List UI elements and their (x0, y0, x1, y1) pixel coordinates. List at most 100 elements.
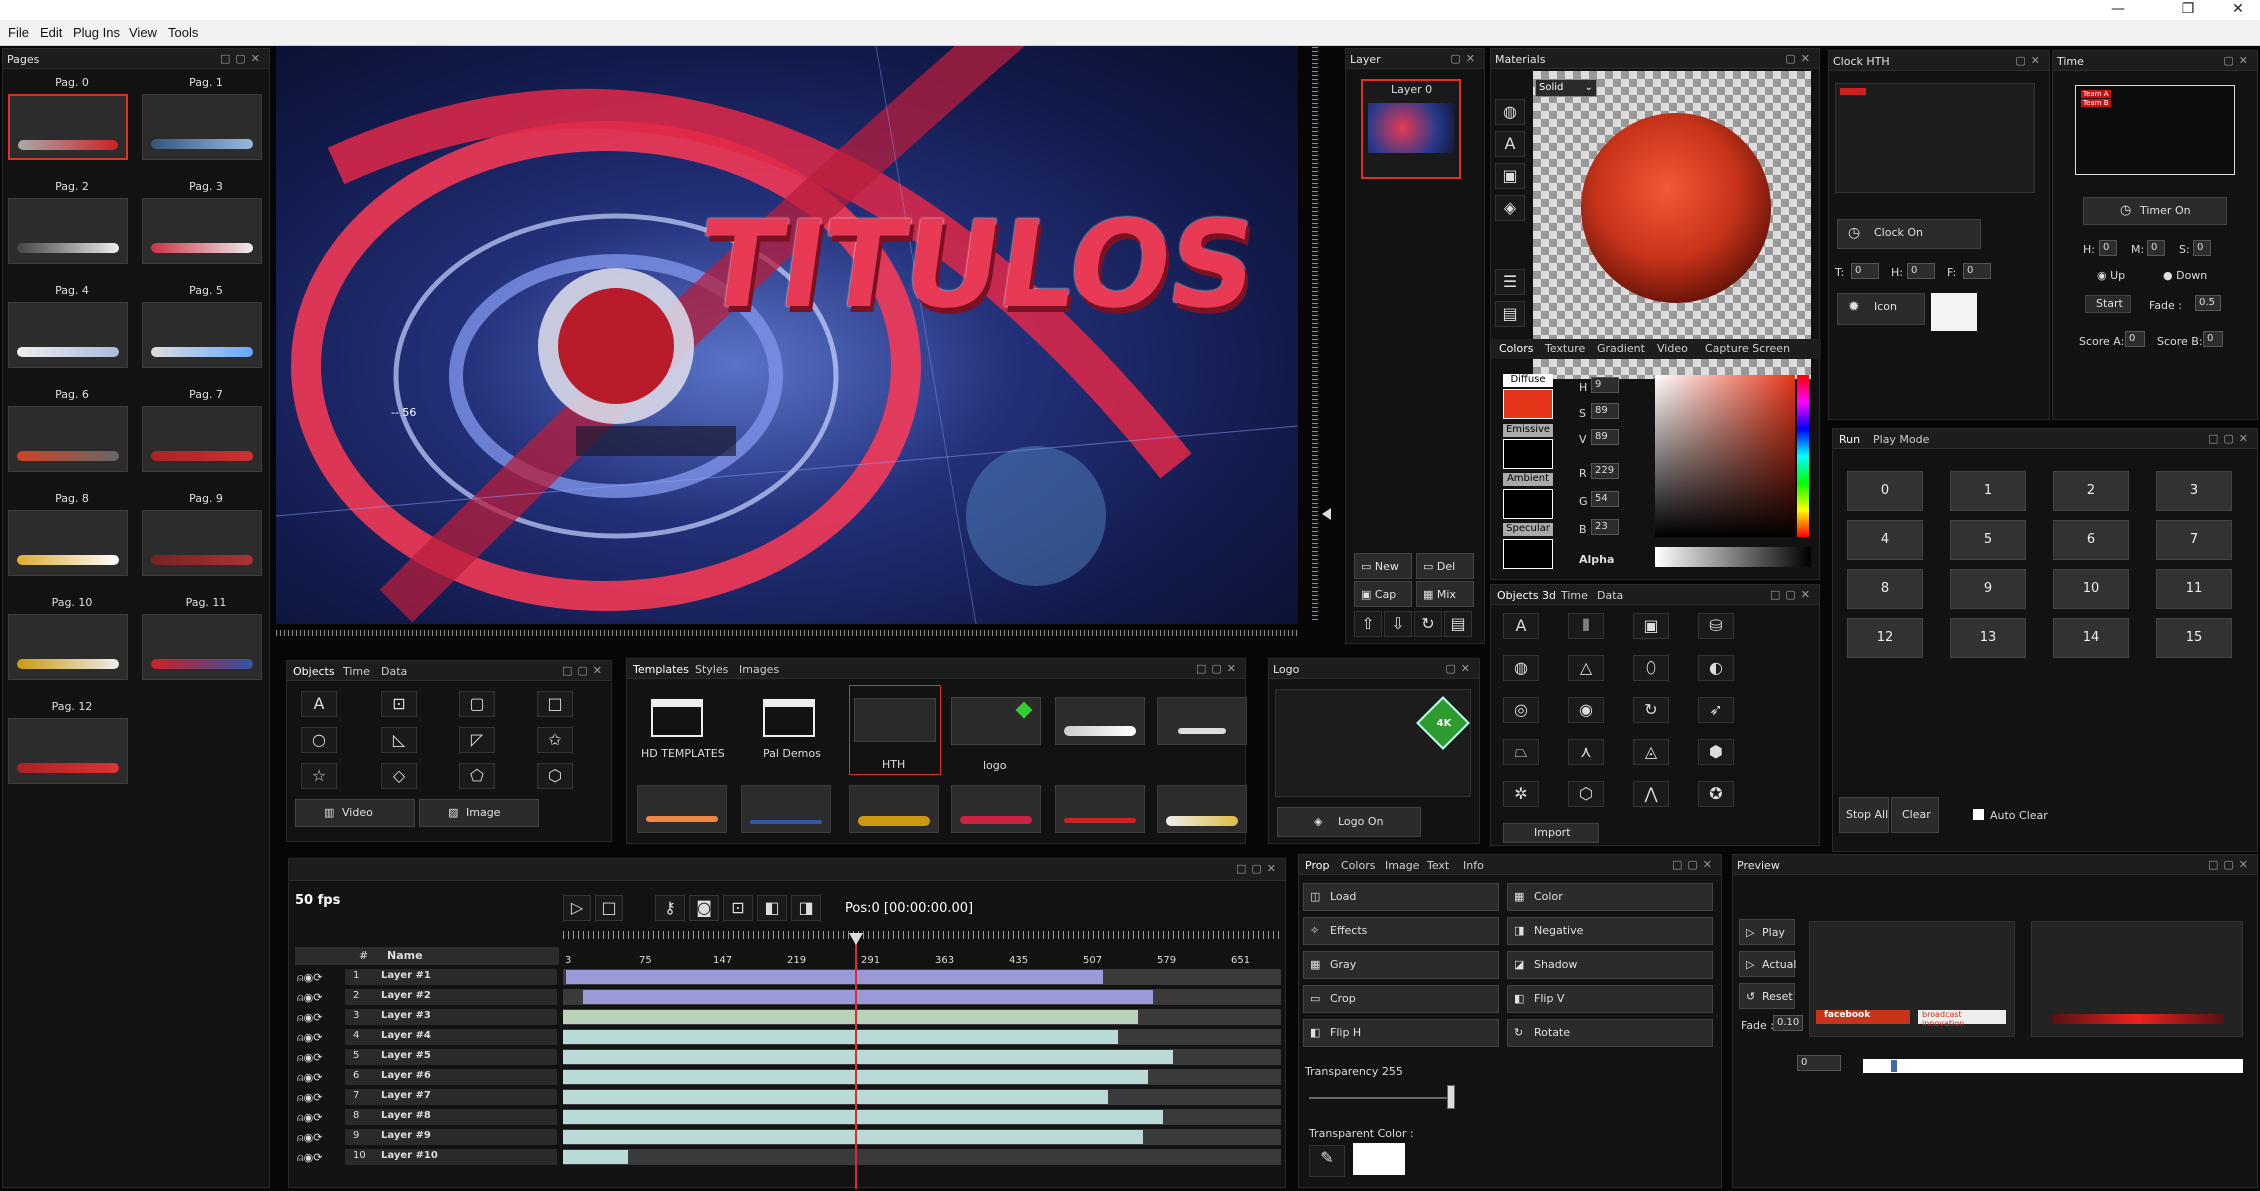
prop-flip-v-button[interactable]: ◧ Flip V (1507, 985, 1713, 1013)
camera-icon[interactable]: ◙ (689, 895, 719, 921)
playhead-handle-icon[interactable] (849, 933, 863, 945)
diamond-tool-icon[interactable]: ◇ (381, 763, 417, 789)
tab-time3d[interactable]: Time (1561, 589, 1588, 602)
template-thumb[interactable] (849, 785, 939, 833)
layer-track[interactable] (563, 1109, 1281, 1125)
layer-clip[interactable] (583, 990, 1153, 1004)
layer-clip[interactable] (563, 1130, 1143, 1144)
page-thumbnail[interactable] (142, 614, 262, 680)
template-thumb[interactable] (637, 785, 727, 833)
timer-on-button[interactable]: ◷ Timer On (2083, 197, 2227, 225)
prev-key-icon[interactable]: ◧ (757, 895, 787, 921)
image-object-button[interactable]: ▨ Image (419, 799, 539, 827)
logo-on-button[interactable]: ◈ Logo On (1277, 807, 1421, 837)
stop-icon[interactable]: □ (595, 895, 623, 921)
run-button-1[interactable]: 1 (1950, 471, 2026, 511)
tab-data[interactable]: Data (381, 665, 407, 678)
up-radio[interactable]: ◉ Up (2097, 269, 2125, 282)
time-s-field[interactable]: 0 (2193, 240, 2211, 256)
time-fade-field[interactable]: 0.5 (2195, 295, 2221, 311)
tab-play-mode[interactable]: Play Mode (1873, 433, 1929, 446)
circle-tool-icon[interactable]: ○ (301, 727, 337, 753)
timeline-layer-row[interactable]: ⍝◉⟳ 5 Layer #5 (289, 1049, 1281, 1067)
timeline-layer-row[interactable]: ⍝◉⟳ 7 Layer #7 (289, 1089, 1281, 1107)
transparent-color-swatch[interactable] (1353, 1143, 1405, 1175)
run-button-10[interactable]: 10 (2053, 569, 2129, 609)
template-thumb[interactable] (741, 785, 831, 833)
tab-prop[interactable]: Prop (1305, 859, 1329, 872)
menu-view[interactable]: View (129, 25, 157, 40)
specular-label[interactable]: Specular (1503, 523, 1553, 536)
gear-icon[interactable]: ✲ (1503, 781, 1539, 807)
text-tool-icon[interactable]: A (301, 691, 337, 717)
layer-visibility-icon[interactable]: ⍝◉⟳ (297, 1011, 322, 1025)
capsule-icon[interactable]: ⬯ (1633, 655, 1669, 681)
run-button-6[interactable]: 6 (2053, 520, 2129, 560)
clock-t-field[interactable]: 0 (1851, 263, 1879, 279)
layer-name-cell[interactable]: 1 Layer #1 (345, 969, 557, 985)
score-b-field[interactable]: 0 (2203, 331, 2223, 347)
preview-scrubber-thumb[interactable] (1891, 1060, 1897, 1072)
preview-scrubber[interactable] (1863, 1059, 2243, 1073)
emissive-swatch[interactable] (1503, 439, 1553, 469)
extrude-icon[interactable]: ⫴ (1568, 613, 1604, 639)
rect-tool-icon[interactable]: □ (537, 691, 573, 717)
torus-half-icon[interactable]: ◐ (1698, 655, 1734, 681)
layer-name-cell[interactable]: 8 Layer #8 (345, 1109, 557, 1125)
run-button-13[interactable]: 13 (1950, 618, 2026, 658)
specular-swatch[interactable] (1503, 539, 1553, 569)
delete-layer-button[interactable]: ▭ Del (1416, 553, 1474, 579)
layer-name-cell[interactable]: 2 Layer #2 (345, 989, 557, 1005)
preview-actual-button[interactable]: ▷ Actual (1739, 951, 1796, 977)
layer-visibility-icon[interactable]: ⍝◉⟳ (297, 971, 322, 985)
timeline-layer-row[interactable]: ⍝◉⟳ 4 Layer #4 (289, 1029, 1281, 1047)
cube-icon[interactable]: ▣ (1633, 613, 1669, 639)
timeline-layer-row[interactable]: ⍝◉⟳ 2 Layer #2 (289, 989, 1281, 1007)
sphere-icon[interactable]: ◍ (1503, 655, 1539, 681)
layer-clip[interactable] (563, 1030, 1118, 1044)
panel-controls[interactable]: □▢✕ (2208, 858, 2253, 871)
page-thumbnail[interactable] (142, 198, 262, 264)
layer-visibility-icon[interactable]: ⍝◉⟳ (297, 1071, 322, 1085)
template-thumb[interactable] (1055, 697, 1145, 745)
tab-time[interactable]: Time (343, 665, 370, 678)
prop-gray-button[interactable]: ▦ Gray (1303, 951, 1499, 979)
hue-slider[interactable] (1797, 375, 1809, 537)
fit-icon[interactable]: ⊡ (723, 895, 753, 921)
layer-track[interactable] (563, 1069, 1281, 1085)
panel-controls[interactable]: ▢✕ (1450, 52, 1480, 65)
globe-icon[interactable]: ◍ (1495, 99, 1525, 125)
prop-shadow-button[interactable]: ◪ Shadow (1507, 951, 1713, 979)
menu-tools[interactable]: Tools (168, 25, 198, 40)
gem-icon[interactable]: ⬢ (1698, 739, 1734, 765)
tab-gradient[interactable]: Gradient (1597, 342, 1645, 355)
prop-negative-button[interactable]: ◨ Negative (1507, 917, 1713, 945)
pentagon-tool-icon[interactable]: ⬠ (459, 763, 495, 789)
tab-images[interactable]: Images (739, 663, 779, 676)
time-m-field[interactable]: 0 (2147, 240, 2165, 256)
auto-clear-checkbox[interactable]: Auto Clear (1973, 809, 2048, 822)
folder-pal-demos[interactable]: Pal Demos (763, 747, 821, 760)
upload-icon[interactable]: ⇧ (1354, 611, 1382, 637)
ambient-label[interactable]: Ambient (1503, 473, 1553, 486)
panel-controls[interactable]: ▢✕ (1785, 52, 1815, 65)
tab-capture-screen[interactable]: Capture Screen (1705, 342, 1790, 355)
transparency-slider[interactable] (1309, 1097, 1449, 1099)
tab-colors[interactable]: Colors (1499, 342, 1533, 355)
layer-track[interactable] (563, 1089, 1281, 1105)
star5-tool-icon[interactable]: ☆ (301, 763, 337, 789)
tab-run[interactable]: Run (1839, 433, 1860, 446)
panel-controls[interactable]: □▢✕ (1770, 588, 1815, 601)
next-key-icon[interactable]: ◨ (791, 895, 821, 921)
trapezoid-tool-icon[interactable]: ◸ (459, 727, 495, 753)
fold-icon[interactable]: ⋀ (1633, 781, 1669, 807)
folder-hd-templates[interactable]: HD TEMPLATES (641, 747, 725, 760)
page-thumbnail[interactable] (8, 510, 128, 576)
page-thumbnail[interactable] (142, 94, 262, 160)
h-field[interactable]: 9 (1591, 377, 1619, 393)
layer-clip[interactable] (563, 1150, 628, 1164)
timeline-layer-row[interactable]: ⍝◉⟳ 3 Layer #3 (289, 1009, 1281, 1027)
page-thumbnail[interactable] (8, 614, 128, 680)
diffuse-swatch[interactable] (1503, 389, 1553, 419)
page-thumbnail[interactable] (142, 302, 262, 368)
